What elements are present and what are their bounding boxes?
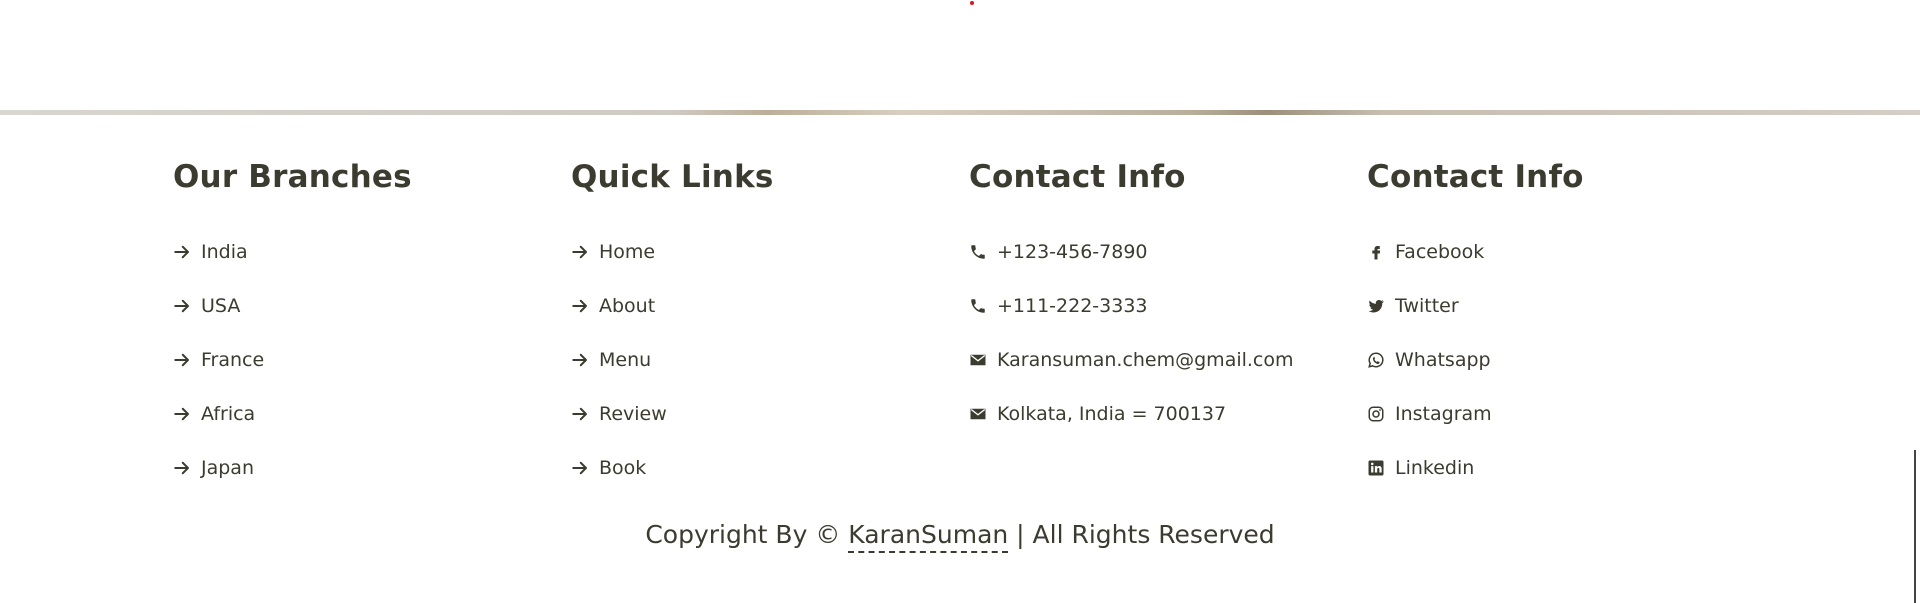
facebook-icon: [1367, 242, 1387, 262]
copyright-line: Copyright By © KaranSuman | All Rights R…: [0, 520, 1920, 553]
footer-link-label: Whatsapp: [1395, 349, 1491, 371]
footer-col-quick-links: Quick Links Home About Menu Review Book: [571, 155, 951, 479]
branches-list: India USA France Africa Japan: [173, 225, 264, 495]
footer-col-contact: Contact Info +123-456-7890 +111-222-3333 K…: [969, 155, 1349, 425]
arrow-right-icon: [571, 404, 591, 424]
copyright-prefix: Copyright By ©: [645, 520, 849, 549]
footer-link-karansuman-chem-gmail-com[interactable]: Karansuman.chem@gmail.com: [969, 333, 1294, 387]
footer: Our Branches India USA France Africa Japan Q…: [0, 115, 1920, 603]
footer-link-label: Review: [599, 403, 667, 425]
footer-col-branches: Our Branches India USA France Africa Japan: [173, 155, 553, 479]
quick-links-list: Home About Menu Review Book: [571, 225, 667, 495]
footer-link-japan[interactable]: Japan: [173, 441, 264, 495]
contact-heading: Contact Info: [969, 159, 1186, 195]
linkedin-icon: [1367, 458, 1387, 478]
arrow-right-icon: [173, 242, 193, 262]
footer-link-label: Home: [599, 241, 656, 263]
footer-link-label: About: [599, 295, 656, 317]
twitter-icon: [1367, 296, 1387, 316]
footer-link-label: Book: [599, 457, 647, 479]
arrow-right-icon: [571, 458, 591, 478]
footer-link-label: Twitter: [1395, 295, 1459, 317]
whatsapp-icon: [1367, 350, 1387, 370]
copyright-suffix: | All Rights Reserved: [1008, 520, 1275, 549]
footer-link-label: Linkedin: [1395, 457, 1475, 479]
arrow-right-icon: [173, 350, 193, 370]
social-heading: Contact Info: [1367, 159, 1584, 195]
footer-link-label: Japan: [201, 457, 254, 479]
footer-link-france[interactable]: France: [173, 333, 264, 387]
footer-link-twitter[interactable]: Twitter: [1367, 279, 1492, 333]
footer-link-label: +111-222-3333: [997, 295, 1148, 317]
footer-link-111-222-3333[interactable]: +111-222-3333: [969, 279, 1294, 333]
branches-heading: Our Branches: [173, 159, 412, 195]
footer-link-label: Africa: [201, 403, 256, 425]
footer-link-africa[interactable]: Africa: [173, 387, 264, 441]
footer-link-home[interactable]: Home: [571, 225, 667, 279]
footer-link-linkedin[interactable]: Linkedin: [1367, 441, 1492, 495]
footer-link-label: Karansuman.chem@gmail.com: [997, 349, 1294, 371]
footer-link-label: India: [201, 241, 248, 263]
footer-link-label: USA: [201, 295, 241, 317]
arrow-right-icon: [571, 242, 591, 262]
contact-list: +123-456-7890 +111-222-3333 Karansuman.che…: [969, 225, 1294, 441]
footer-link-label: Menu: [599, 349, 652, 371]
footer-link-label: +123-456-7890: [997, 241, 1148, 263]
footer-link-kolkata-india-700137[interactable]: Kolkata, India = 700137: [969, 387, 1294, 441]
footer-link-india[interactable]: India: [173, 225, 264, 279]
page-top-area: [0, 0, 1920, 112]
phone-icon: [969, 242, 989, 262]
footer-link-book[interactable]: Book: [571, 441, 667, 495]
footer-link-whatsapp[interactable]: Whatsapp: [1367, 333, 1492, 387]
footer-link-facebook[interactable]: Facebook: [1367, 225, 1492, 279]
scrollbar[interactable]: [1914, 450, 1916, 603]
arrow-right-icon: [571, 350, 591, 370]
footer-link-123-456-7890[interactable]: +123-456-7890: [969, 225, 1294, 279]
phone-icon: [969, 296, 989, 316]
footer-link-instagram[interactable]: Instagram: [1367, 387, 1492, 441]
red-dot-marker: [970, 1, 974, 5]
footer-link-review[interactable]: Review: [571, 387, 667, 441]
instagram-icon: [1367, 404, 1387, 424]
arrow-right-icon: [173, 296, 193, 316]
footer-link-label: Facebook: [1395, 241, 1485, 263]
author-link[interactable]: KaranSuman: [848, 520, 1009, 553]
footer-link-label: Kolkata, India = 700137: [997, 403, 1227, 425]
social-list: Facebook Twitter Whatsapp Instagram Linkedin: [1367, 225, 1492, 495]
arrow-right-icon: [173, 404, 193, 424]
footer-col-social: Contact Info Facebook Twitter Whatsapp Inst…: [1367, 155, 1747, 479]
envelope-icon: [969, 350, 989, 370]
footer-link-about[interactable]: About: [571, 279, 667, 333]
arrow-right-icon: [173, 458, 193, 478]
footer-link-label: Instagram: [1395, 403, 1492, 425]
quick-links-heading: Quick Links: [571, 159, 774, 195]
footer-link-menu[interactable]: Menu: [571, 333, 667, 387]
footer-link-usa[interactable]: USA: [173, 279, 264, 333]
envelope-icon: [969, 404, 989, 424]
arrow-right-icon: [571, 296, 591, 316]
footer-link-label: France: [201, 349, 265, 371]
